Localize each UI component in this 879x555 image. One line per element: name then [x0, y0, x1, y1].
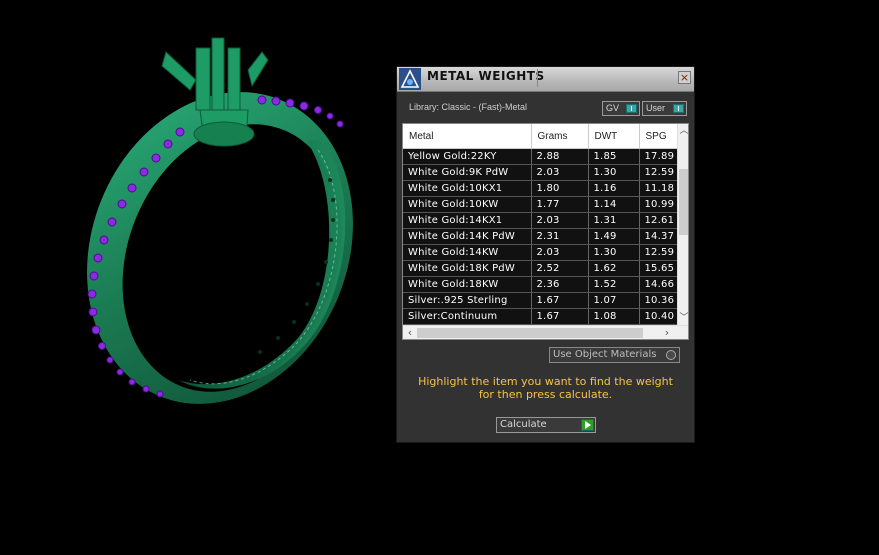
calculate-button-label: Calculate [500, 419, 547, 430]
cell-dwt: 1.31 [588, 212, 640, 229]
scroll-down-icon[interactable]: ﹀ [678, 312, 688, 324]
metal-table-grid: Metal Grams DWT SPG Yellow Gold:22KY 2.88… [403, 124, 680, 325]
cell-dwt: 1.14 [588, 196, 640, 213]
cell-dwt: 1.49 [588, 228, 640, 245]
cell-metal: White Gold:14K PdW [403, 228, 532, 245]
table-row[interactable]: Silver:.925 Sterling 1.67 1.07 10.36 [403, 292, 680, 309]
cell-grams: 1.80 [531, 180, 589, 197]
cell-dwt: 1.62 [588, 260, 640, 277]
instruction-text: Highlight the item you want to find the … [397, 375, 694, 401]
column-header-spg[interactable]: SPG [639, 124, 680, 149]
user-toggle-label: User [646, 103, 666, 113]
cell-metal: White Gold:18KW [403, 276, 532, 293]
cell-spg: 14.66 [639, 276, 680, 293]
radio-icon[interactable] [666, 350, 676, 360]
instruction-line-2: for then press calculate. [478, 388, 613, 401]
cell-spg: 10.40 [639, 308, 680, 325]
table-row[interactable]: White Gold:10KX1 1.80 1.16 11.18 [403, 180, 680, 197]
table-row[interactable]: White Gold:10KW 1.77 1.14 10.99 [403, 196, 680, 213]
table-row[interactable]: White Gold:9K PdW 2.03 1.30 12.59 [403, 164, 680, 181]
metal-table[interactable]: Metal Grams DWT SPG Yellow Gold:22KY 2.88… [402, 123, 689, 340]
scroll-left-icon[interactable]: ‹ [404, 326, 416, 339]
calculate-button[interactable]: Calculate [496, 417, 596, 433]
cell-grams: 2.03 [531, 164, 589, 181]
cell-grams: 1.67 [531, 292, 589, 309]
table-row[interactable]: White Gold:14KW 2.03 1.30 12.59 [403, 244, 680, 261]
title-bar[interactable]: METAL WEIGHTS × [397, 67, 694, 92]
column-header-dwt[interactable]: DWT [588, 124, 640, 149]
cell-metal: White Gold:18K PdW [403, 260, 532, 277]
cell-metal: Silver:.925 Sterling [403, 292, 532, 309]
cell-metal: White Gold:14KW [403, 244, 532, 261]
play-icon[interactable] [581, 419, 594, 431]
title-separator [537, 69, 538, 87]
cell-grams: 2.03 [531, 212, 589, 229]
cell-grams: 2.31 [531, 228, 589, 245]
toggle-indicator-icon [673, 104, 684, 113]
horizontal-scrollbar[interactable]: ‹ › [403, 325, 688, 339]
column-header-metal[interactable]: Metal [403, 124, 532, 149]
toggle-indicator-icon [626, 104, 637, 113]
cell-grams: 2.36 [531, 276, 589, 293]
close-icon[interactable]: × [678, 71, 691, 84]
table-row[interactable]: Silver:Continuum 1.67 1.08 10.40 [403, 308, 680, 325]
horizontal-scroll-thumb[interactable] [417, 328, 643, 338]
cell-spg: 15.65 [639, 260, 680, 277]
cell-metal: Silver:Continuum [403, 308, 532, 325]
app-logo-icon [399, 68, 421, 90]
cell-dwt: 1.52 [588, 276, 640, 293]
column-header-grams[interactable]: Grams [531, 124, 589, 149]
cell-dwt: 1.30 [588, 244, 640, 261]
cell-metal: White Gold:14KX1 [403, 212, 532, 229]
cell-spg: 12.59 [639, 164, 680, 181]
cell-grams: 2.88 [531, 148, 589, 165]
scroll-right-icon[interactable]: › [661, 326, 673, 339]
cell-grams: 2.52 [531, 260, 589, 277]
metal-weights-panel: METAL WEIGHTS × Library: Classic - (Fast… [396, 66, 695, 443]
cell-spg: 17.89 [639, 148, 680, 165]
cell-grams: 1.77 [531, 196, 589, 213]
cell-dwt: 1.08 [588, 308, 640, 325]
gv-toggle-label: GV [606, 103, 620, 113]
cell-spg: 11.18 [639, 180, 680, 197]
table-row[interactable]: White Gold:18K PdW 2.52 1.62 15.65 [403, 260, 680, 277]
use-object-materials-label: Use Object Materials [553, 349, 657, 360]
cell-dwt: 1.30 [588, 164, 640, 181]
table-row[interactable]: White Gold:14K PdW 2.31 1.49 14.37 [403, 228, 680, 245]
user-toggle[interactable]: User [642, 101, 687, 116]
cell-spg: 10.99 [639, 196, 680, 213]
table-header-row: Metal Grams DWT SPG [403, 124, 680, 149]
cell-metal: White Gold:10KX1 [403, 180, 532, 197]
cell-spg: 14.37 [639, 228, 680, 245]
cell-grams: 2.03 [531, 244, 589, 261]
cell-dwt: 1.07 [588, 292, 640, 309]
library-label: Library: Classic - (Fast)-Metal [409, 102, 528, 112]
scroll-up-icon[interactable]: ︿ [678, 125, 688, 137]
window-title: METAL WEIGHTS [427, 69, 545, 83]
gv-toggle[interactable]: GV [602, 101, 640, 116]
table-row[interactable]: Yellow Gold:22KY 2.88 1.85 17.89 [403, 148, 680, 165]
cell-dwt: 1.85 [588, 148, 640, 165]
cell-spg: 12.61 [639, 212, 680, 229]
vertical-scrollbar[interactable]: ︿ ﹀ [677, 124, 688, 325]
table-row[interactable]: White Gold:18KW 2.36 1.52 14.66 [403, 276, 680, 293]
cell-spg: 10.36 [639, 292, 680, 309]
cell-spg: 12.59 [639, 244, 680, 261]
use-object-materials-option[interactable]: Use Object Materials [549, 347, 680, 363]
table-row[interactable]: White Gold:14KX1 2.03 1.31 12.61 [403, 212, 680, 229]
cell-metal: White Gold:9K PdW [403, 164, 532, 181]
cell-metal: White Gold:10KW [403, 196, 532, 213]
vertical-scroll-thumb[interactable] [679, 169, 688, 235]
cell-grams: 1.67 [531, 308, 589, 325]
cell-dwt: 1.16 [588, 180, 640, 197]
instruction-line-1: Highlight the item you want to find the … [418, 375, 673, 388]
cell-metal: Yellow Gold:22KY [403, 148, 532, 165]
